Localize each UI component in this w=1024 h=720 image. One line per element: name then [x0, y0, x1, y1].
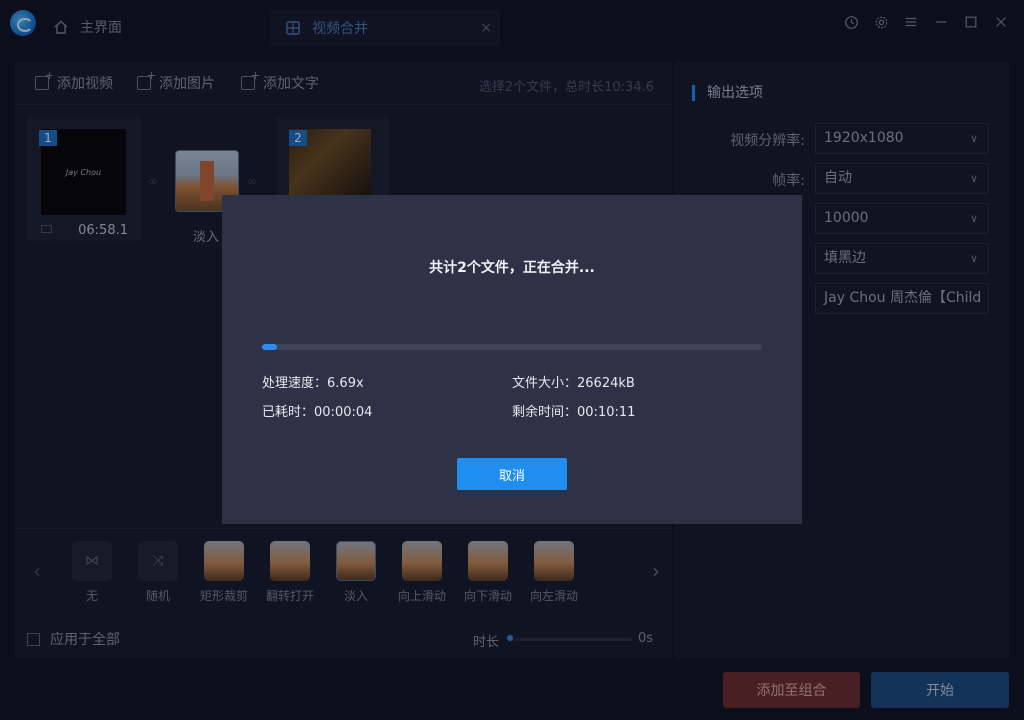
elapsed-time: 已耗时：00:00:04 — [262, 401, 372, 420]
file-size: 文件大小：26624kB — [512, 372, 635, 391]
dialog-title: 共计2个文件，正在合并... — [429, 260, 595, 276]
remaining-time-value: 00:10:11 — [577, 405, 636, 420]
remaining-time: 剩余时间：00:10:11 — [512, 401, 635, 420]
elapsed-time-value: 00:00:04 — [314, 405, 373, 420]
processing-speed-value: 6.69x — [327, 376, 364, 391]
remaining-time-label: 剩余时间： — [512, 405, 578, 420]
progress-bar — [262, 344, 762, 350]
progress-bar-fill — [262, 344, 277, 350]
merge-progress-dialog: 共计2个文件，正在合并... 处理速度：6.69x 文件大小：26624kB 已… — [222, 195, 802, 524]
processing-speed: 处理速度：6.69x — [262, 372, 364, 391]
file-size-value: 26624kB — [577, 376, 635, 391]
cancel-button[interactable]: 取消 — [457, 458, 567, 490]
elapsed-time-label: 已耗时： — [262, 405, 315, 420]
processing-speed-label: 处理速度： — [262, 376, 328, 391]
file-size-label: 文件大小： — [512, 376, 578, 391]
